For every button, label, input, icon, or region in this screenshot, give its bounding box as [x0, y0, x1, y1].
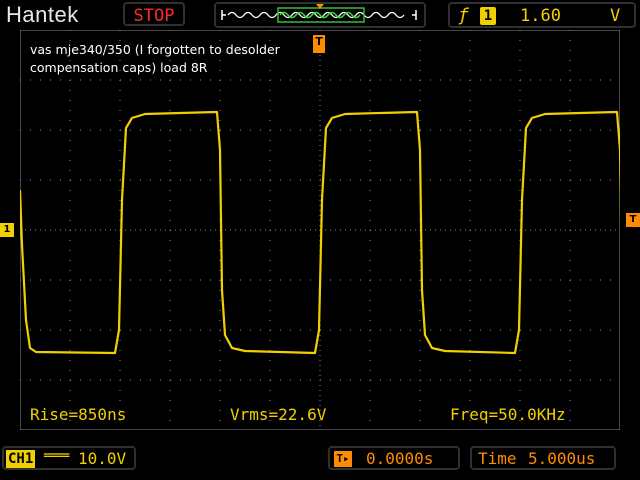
top-bar: Hantek STOP ƒ 1 1.60 V — [0, 0, 640, 32]
trigger-channel-badge: 1 — [480, 7, 496, 25]
ch1-settings[interactable]: CH1 ═══ 10.0V — [2, 446, 136, 470]
trigger-settings[interactable]: ƒ 1 1.60 V — [448, 2, 636, 28]
ch1-ground-marker[interactable]: 1 — [0, 223, 14, 237]
rising-edge-icon: ƒ — [458, 5, 469, 26]
trigger-position-settings[interactable]: T▸ 0.0000s — [328, 446, 460, 470]
trigger-level-unit: V — [610, 6, 621, 26]
rise-measurement: Rise=850ns — [30, 405, 127, 424]
ch1-tag: CH1 — [6, 450, 36, 468]
freq-measurement: Freq=50.0KHz — [450, 405, 566, 424]
annotation-line-2: compensation caps) load 8R — [30, 60, 208, 75]
graticule — [20, 30, 620, 430]
brand-logo: Hantek — [6, 2, 79, 27]
trigger-position-marker[interactable]: T — [313, 35, 325, 53]
buffer-waveform-icon — [221, 4, 417, 23]
screen-annotation: vas mje340/350 (I forgotten to desolder … — [30, 41, 280, 77]
memory-buffer-indicator — [214, 2, 426, 28]
timebase-value: 5.000us — [528, 449, 596, 468]
annotation-line-1: vas mje340/350 (I forgotten to desolder — [30, 42, 280, 57]
dc-coupling-icon: ═══ — [44, 448, 70, 464]
trigger-position-icon: T▸ — [334, 451, 352, 467]
run-stop-indicator[interactable]: STOP — [123, 2, 185, 26]
ch1-volts-div: 10.0V — [78, 449, 127, 468]
trigger-level-marker[interactable]: T — [626, 213, 640, 227]
vrms-measurement: Vrms=22.6V — [230, 405, 327, 424]
timebase-settings[interactable]: Time 5.000us — [470, 446, 616, 470]
trigger-position-value: 0.0000s — [366, 449, 434, 468]
scope-screen — [20, 30, 620, 430]
ch1-waveform-trace — [20, 110, 620, 355]
trigger-level-value: 1.60 — [520, 6, 561, 26]
timebase-label: Time — [478, 449, 517, 468]
